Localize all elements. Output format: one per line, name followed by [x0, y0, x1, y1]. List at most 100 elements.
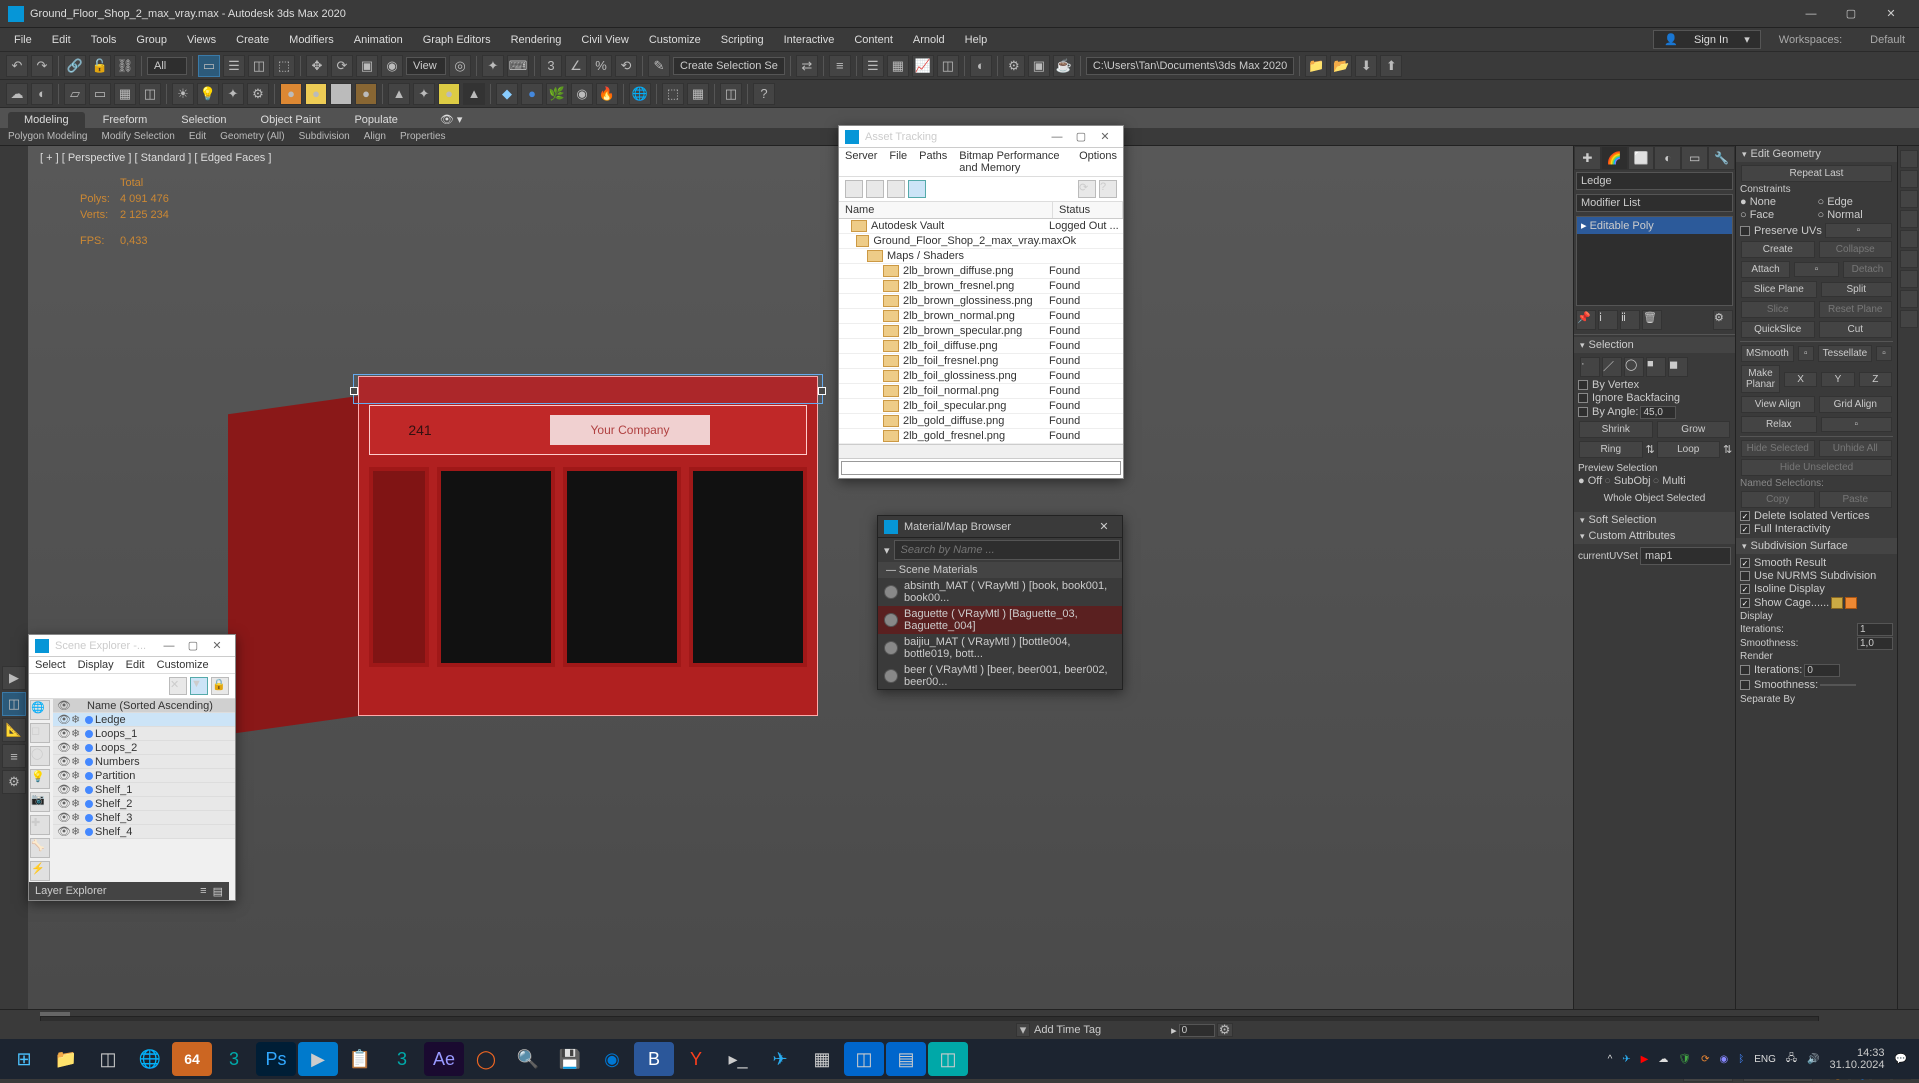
light2-icon[interactable]: 💡 [197, 83, 219, 105]
tray-telegram-icon[interactable]: ✈ [1622, 1054, 1630, 1065]
asset-tracking-list[interactable]: Autodesk VaultLogged Out ...Ground_Floor… [839, 219, 1123, 444]
light4-icon[interactable]: ⚙ [247, 83, 269, 105]
material-editor-button[interactable]: ◐ [970, 55, 992, 77]
sub-subdivision[interactable]: Subdivision [299, 131, 350, 142]
scene-explorer-titlebar[interactable]: Scene Explorer -... — ▢ ✕ [29, 635, 235, 657]
rt-icon9[interactable] [1900, 310, 1918, 328]
material-list[interactable]: absinth_MAT ( VRayMtl ) [book, book001, … [878, 578, 1122, 689]
minimize-button[interactable]: — [1791, 0, 1831, 28]
named-selection-dropdown[interactable]: Create Selection Se [673, 57, 785, 75]
add-time-tag[interactable]: Add Time Tag [1034, 1024, 1101, 1036]
app-teal-icon[interactable]: ◫ [928, 1042, 968, 1076]
at-menu-options[interactable]: Options [1079, 150, 1117, 174]
soft-selection-rollout[interactable]: Soft Selection [1574, 512, 1735, 528]
open-project-button[interactable]: 📂 [1330, 55, 1352, 77]
tray-updates-icon[interactable]: ⟳ [1701, 1054, 1709, 1065]
set-project-button[interactable]: 📁 [1305, 55, 1327, 77]
constraint-face[interactable]: ○ Face [1740, 209, 1816, 221]
se-cat-cam-icon[interactable]: 📷 [30, 792, 50, 812]
by-vertex-check[interactable]: By Vertex [1578, 379, 1731, 391]
menu-scripting[interactable]: Scripting [711, 34, 774, 46]
shrink-button[interactable]: Shrink [1579, 421, 1653, 438]
modifier-stack[interactable]: ▸ Editable Poly [1576, 216, 1733, 306]
planar-y[interactable]: Y [1821, 372, 1854, 387]
manipulate-button[interactable]: ✦ [482, 55, 504, 77]
terminal-taskbar-icon[interactable]: ▸_ [718, 1042, 758, 1076]
at-menu-paths[interactable]: Paths [919, 150, 947, 174]
globe-icon[interactable]: 🌐 [629, 83, 651, 105]
sphere-orange-icon[interactable]: ● [280, 83, 302, 105]
plane-icon[interactable]: ▱ [64, 83, 86, 105]
rt-icon6[interactable] [1900, 250, 1918, 268]
group1-icon[interactable]: ⬚ [662, 83, 684, 105]
sphere-brown-icon[interactable]: ● [355, 83, 377, 105]
signin-button[interactable]: 👤 Sign In ▾ [1653, 30, 1760, 49]
yellow-sphere-icon[interactable]: ● [438, 83, 460, 105]
iterations-spinner[interactable]: 1 [1857, 623, 1893, 636]
asset-row[interactable]: 2lb_brown_diffuse.pngFound [839, 264, 1123, 279]
se-minimize-button[interactable]: — [157, 640, 181, 652]
cmd-tab-hierarchy[interactable]: ⬜ [1628, 146, 1655, 170]
menu-content[interactable]: Content [844, 34, 903, 46]
export-button[interactable]: ⬆ [1380, 55, 1402, 77]
preserve-uvs-settings[interactable]: ▫ [1825, 223, 1892, 238]
notepad-taskbar-icon[interactable]: 📋 [340, 1042, 380, 1076]
layer-btn2[interactable]: ▤ [213, 885, 223, 898]
se-column-header[interactable]: 👁Name (Sorted Ascending) [53, 699, 235, 713]
import-button[interactable]: ⬇ [1355, 55, 1377, 77]
stack-editable-poly[interactable]: ▸ Editable Poly [1577, 217, 1732, 234]
rock-icon[interactable]: ◉ [571, 83, 593, 105]
tray-volume-icon[interactable]: 🔊 [1807, 1054, 1819, 1065]
undo-button[interactable]: ↶ [6, 55, 28, 77]
delete-isolated-check[interactable]: Delete Isolated Vertices [1740, 510, 1893, 522]
telegram-taskbar-icon[interactable]: ✈ [760, 1042, 800, 1076]
sphere-yellow-icon[interactable]: ● [305, 83, 327, 105]
rt-icon2[interactable] [1900, 170, 1918, 188]
create-button[interactable]: Create [1741, 241, 1815, 258]
cmd-tab-create[interactable]: ✚ [1574, 146, 1601, 170]
grid-align-button[interactable]: Grid Align [1819, 396, 1893, 413]
ignore-backfacing-check[interactable]: Ignore Backfacing [1578, 392, 1731, 404]
se-cat-shape-icon[interactable]: ◯ [30, 746, 50, 766]
configure-icon[interactable]: ⚙ [1713, 310, 1733, 330]
make-planar-button[interactable]: Make Planar [1741, 365, 1780, 393]
sphere-gray-icon[interactable]: ● [330, 83, 352, 105]
constraint-none[interactable]: ● None [1740, 196, 1816, 208]
yandex-taskbar-icon[interactable]: Y [676, 1042, 716, 1076]
align-button[interactable]: ≡ [829, 55, 851, 77]
ring-button[interactable]: Ring [1579, 441, 1643, 458]
tray-bluetooth-icon[interactable]: ᛒ [1738, 1054, 1744, 1065]
asset-tracking-titlebar[interactable]: Asset Tracking — ▢ ✕ [839, 126, 1123, 148]
menu-edit[interactable]: Edit [42, 34, 81, 46]
ref-coord-dropdown[interactable]: View [406, 57, 446, 75]
smooth-result-check[interactable]: Smooth Result [1740, 557, 1893, 569]
by-angle-check[interactable]: By Angle: [1578, 406, 1638, 418]
asset-row[interactable]: 2lb_foil_specular.pngFound [839, 399, 1123, 414]
asset-row[interactable]: Maps / Shaders [839, 249, 1123, 264]
cone-icon[interactable]: ▲ [388, 83, 410, 105]
smoothness-spinner[interactable]: 1,0 [1857, 637, 1893, 650]
sub-align[interactable]: Align [364, 131, 386, 142]
se-menu-edit[interactable]: Edit [126, 659, 145, 671]
keyboard-shortcut-button[interactable]: ⌨ [507, 55, 529, 77]
at-close-button[interactable]: ✕ [1093, 130, 1117, 143]
quickslice-button[interactable]: QuickSlice [1741, 321, 1815, 338]
scene-item[interactable]: 👁❄Numbers [53, 755, 235, 769]
rotate-button[interactable]: ⟳ [331, 55, 353, 77]
3dsmax-taskbar-icon[interactable]: 3 [214, 1042, 254, 1076]
element-mode-icon[interactable]: ◼ [1668, 357, 1688, 377]
render-setup-button[interactable]: ⚙ [1003, 55, 1025, 77]
select-window-button[interactable]: ⬚ [273, 55, 295, 77]
menu-graph-editors[interactable]: Graph Editors [413, 34, 501, 46]
menu-customize[interactable]: Customize [639, 34, 711, 46]
snap-toggle-button[interactable]: 3 [540, 55, 562, 77]
mb-close-button[interactable]: ✕ [1092, 520, 1116, 533]
photoshop-taskbar-icon[interactable]: Ps [256, 1042, 296, 1076]
tray-notifications-icon[interactable]: 💬 [1895, 1054, 1907, 1065]
workspace-dropdown[interactable]: Default [1860, 34, 1915, 46]
vptool-arrow-icon[interactable]: ▶ [2, 666, 26, 690]
se-menu-select[interactable]: Select [35, 659, 66, 671]
light1-icon[interactable]: ☀ [172, 83, 194, 105]
cmd-tab-utilities[interactable]: 🔧 [1708, 146, 1735, 170]
close-button[interactable]: ✕ [1871, 0, 1911, 28]
